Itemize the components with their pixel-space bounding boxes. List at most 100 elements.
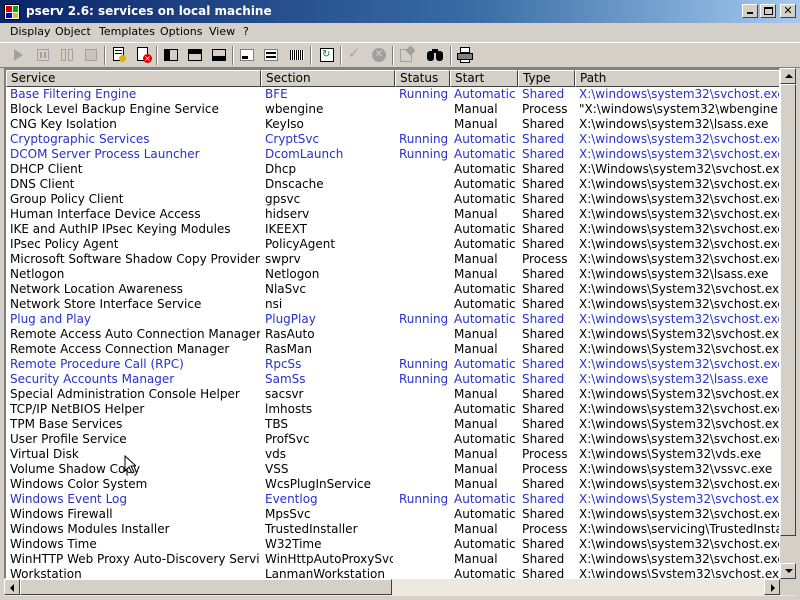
column-header-path[interactable]: Path [575,70,779,87]
vertical-scrollbar[interactable] [780,68,796,579]
menu-object[interactable]: Object [55,25,91,38]
toolbar-separator [232,46,234,65]
horizontal-scroll-thumb[interactable] [20,579,392,595]
scroll-left-button[interactable] [4,579,20,595]
cancel-icon[interactable]: ✕ [370,46,388,64]
cell-start: Manual [454,552,498,566]
services-list[interactable]: Service Section Status Start Type Path B… [4,68,780,579]
pause-icon[interactable] [34,46,52,64]
scroll-up-button[interactable] [780,68,796,84]
barcode-icon[interactable] [288,46,306,64]
cell-status [399,267,449,282]
table-row[interactable]: Remote Access Connection Manager RasMan Ma… [6,342,779,357]
edit-icon[interactable] [398,45,416,64]
cell-service: Network Location Awareness [10,282,183,296]
table-row[interactable]: Network Store Interface Service nsi Automa… [6,297,779,312]
cell-type: Shared [522,312,565,326]
scroll-down-button[interactable] [780,563,796,579]
table-row[interactable]: Volume Shadow Copy VSS Manual Process X:\win… [6,462,779,477]
column-header-type[interactable]: Type [518,70,575,87]
start-icon[interactable] [10,46,28,64]
table-row[interactable]: Microsoft Software Shadow Copy Provider s… [6,252,779,267]
cell-path: X:\windows\System32\svchost.exe [579,567,780,579]
menu-view[interactable]: View [209,25,235,38]
layout-left-icon[interactable] [162,46,180,64]
cell-status [399,252,449,267]
layout-top-icon[interactable] [186,46,204,64]
table-row[interactable]: Workstation LanmanWorkstation Automatic Sha… [6,567,780,579]
cell-type: Shared [522,117,565,131]
cell-path: X:\windows\system32\svchost.exe - [579,432,780,446]
table-row[interactable]: DHCP Client Dhcp Automatic Shared X:\Windows… [6,162,779,177]
cell-status [399,387,449,402]
table-row[interactable]: Security Accounts Manager SamSs Running Aut… [6,372,779,387]
table-row[interactable]: IKE and AuthIP IPsec Keying Modules IKEEX… [6,222,779,237]
table-row[interactable]: Windows Color System WcsPlugInService Manu… [6,477,779,492]
column-header-section[interactable]: Section [261,70,395,87]
table-row[interactable]: TCP/IP NetBIOS Helper lmhosts Automatic Sha… [6,402,779,417]
maximize-button[interactable] [760,4,776,18]
close-button[interactable]: ✕ [780,4,796,18]
details-view-icon[interactable] [262,46,280,64]
table-row[interactable]: Remote Access Auto Connection Manager Ras… [6,327,779,342]
table-row[interactable]: CNG Key Isolation KeyIso Manual Shared X:\wi… [6,117,779,132]
table-row[interactable]: User Profile Service ProfSvc Automatic Shar… [6,432,779,447]
cell-service: DCOM Server Process Launcher [10,147,200,161]
cell-path: X:\windows\system32\svchost.exe - [579,357,780,371]
table-row[interactable]: WinHTTP Web Proxy Auto-Discovery Service… [6,552,779,567]
layout-bottom-icon[interactable] [210,46,228,64]
table-row[interactable]: Plug and Play PlugPlay Running Automatic Sha… [6,312,779,327]
table-row[interactable]: Windows Event Log Eventlog Running Automati… [6,492,779,507]
horizontal-scrollbar[interactable] [4,579,796,596]
table-row[interactable]: Human Interface Device Access hidserv Manu… [6,207,779,222]
table-row[interactable]: Virtual Disk vds Manual Process X:\windows\S… [6,447,779,462]
menu-display[interactable]: Display [10,25,51,38]
table-row[interactable]: DCOM Server Process Launcher DcomLaunch Ru… [6,147,779,162]
table-row[interactable]: Special Administration Console Helper sac… [6,387,779,402]
table-row[interactable]: TPM Base Services TBS Manual Shared X:\windo… [6,417,779,432]
table-row[interactable]: IPsec Policy Agent PolicyAgent Automatic Sh… [6,237,779,252]
app-icon[interactable] [4,4,20,20]
cell-type: Shared [522,267,565,281]
cell-start: Manual [454,522,498,536]
check-icon[interactable]: ✓ [346,46,364,64]
table-row[interactable]: Group Policy Client gpsvc Automatic Shared X… [6,192,779,207]
cell-section: MpsSvc [265,507,311,521]
size-grip[interactable] [780,579,796,595]
resume-icon[interactable] [58,46,76,64]
cell-service: Remote Access Auto Connection Manager [10,327,260,341]
scroll-right-button[interactable] [764,579,780,595]
table-row[interactable]: Windows Firewall MpsSvc Automatic Shared X:\… [6,507,779,522]
table-row[interactable]: Windows Time W32Time Automatic Shared X:\win… [6,537,779,552]
cell-start: Automatic [454,237,516,251]
print-icon[interactable] [456,46,474,64]
refresh-icon[interactable]: ↻ [318,46,336,64]
find-icon[interactable] [426,46,444,64]
column-header-service[interactable]: Service [6,70,261,87]
table-row[interactable]: Base Filtering Engine BFE Running Automatic… [6,87,779,102]
menu-templates[interactable]: Templates [99,25,155,38]
title-bar: pserv 2.6: services on local machine ✕ [0,0,800,24]
minimize-button[interactable] [742,4,758,18]
table-row[interactable]: Block Level Backup Engine Service wbengin… [6,102,779,117]
vertical-scroll-thumb[interactable] [780,84,796,536]
menu-help[interactable]: ? [243,25,249,38]
table-row[interactable]: Windows Modules Installer TrustedInstalle… [6,522,779,537]
table-row[interactable]: DNS Client Dnscache Automatic Shared X:\wind… [6,177,779,192]
cell-path: X:\windows\system32\svchost.exe - [579,237,780,251]
properties-icon[interactable] [110,46,128,64]
table-row[interactable]: Network Location Awareness NlaSvc Automati… [6,282,779,297]
column-header-start[interactable]: Start [450,70,518,87]
column-header-status[interactable]: Status [395,70,450,87]
table-row[interactable]: Netlogon Netlogon Manual Shared X:\windows\s… [6,267,779,282]
cell-path: X:\windows\system32\svchost.exe [579,402,780,416]
small-view-icon[interactable] [238,46,256,64]
cell-start: Automatic [454,402,516,416]
table-row[interactable]: Cryptographic Services CryptSvc Running Aut… [6,132,779,147]
stop-icon[interactable] [82,46,100,64]
cell-start: Automatic [454,492,516,506]
table-row[interactable]: Remote Procedure Call (RPC) RpcSs Running A… [6,357,779,372]
cell-path: X:\windows\system32\svchost.exe - [579,147,780,161]
delete-icon[interactable]: × [134,46,152,64]
menu-options[interactable]: Options [160,25,202,38]
